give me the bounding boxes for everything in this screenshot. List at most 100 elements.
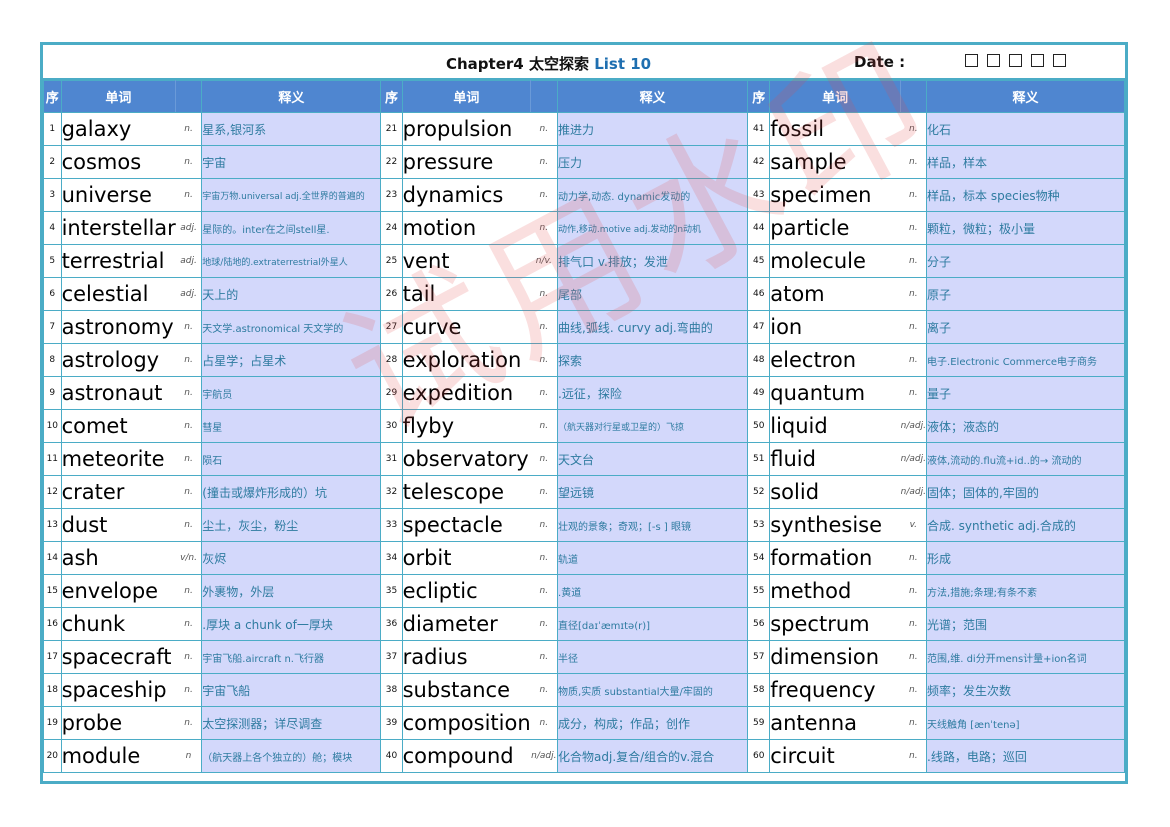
entry-number: 28 xyxy=(380,343,403,377)
entry-meaning: 壮观的景象；奇观；[-s ] 眼镜 xyxy=(557,508,749,542)
entry-part-of-speech: n/v. xyxy=(530,244,559,278)
entry-number: 55 xyxy=(747,574,771,608)
entry-part-of-speech: v/n. xyxy=(175,541,203,575)
entry-word: probe xyxy=(60,706,176,740)
date-checkboxes xyxy=(965,54,1066,67)
entry-meaning: 灰烬 xyxy=(201,541,382,575)
table-row: 13 dust n. 尘土，灰尘，粉尘 33 spectacle n. 壮观的景象；奇观；[-… xyxy=(43,508,1125,542)
entry-part-of-speech: n. xyxy=(175,607,203,641)
entry-word: dust xyxy=(60,508,176,542)
entry-meaning: 量子 xyxy=(926,376,1125,410)
entry-number: 57 xyxy=(747,640,771,674)
table-row: 17 spacecraft n. 宇宙飞船.aircraft n.飞行器 37 radiu… xyxy=(43,640,1125,674)
entry-meaning: 压力 xyxy=(557,145,749,179)
entry-word: substance xyxy=(401,673,531,707)
entry-part-of-speech: n/adj. xyxy=(900,409,928,443)
entry-part-of-speech: n. xyxy=(530,673,559,707)
entry-part-of-speech: n. xyxy=(900,706,928,740)
entry-word: galaxy xyxy=(60,112,176,146)
entry-number: 15 xyxy=(43,574,62,608)
entry-number: 33 xyxy=(380,508,403,542)
entry-part-of-speech: n. xyxy=(530,640,559,674)
entry-meaning: 分子 xyxy=(926,244,1125,278)
entry-number: 14 xyxy=(43,541,62,575)
date-checkbox[interactable] xyxy=(987,54,1000,67)
entry-part-of-speech: n. xyxy=(530,541,559,575)
date-checkbox[interactable] xyxy=(1053,54,1066,67)
entry-meaning: 天文学.astronomical 天文学的 xyxy=(201,310,382,344)
table-row: 3 universe n. 宇宙万物.universal adj.全世界的普遍的 23 d… xyxy=(43,178,1125,212)
date-checkbox[interactable] xyxy=(1009,54,1022,67)
entry-meaning: 宇航员 xyxy=(201,376,382,410)
entry-word: astrology xyxy=(60,343,176,377)
entry-word: spaceship xyxy=(60,673,176,707)
entry-meaning: 占星学；占星术 xyxy=(201,343,382,377)
entry-part-of-speech: n. xyxy=(900,145,928,179)
entry-word: atom xyxy=(769,277,901,311)
entry-word: ash xyxy=(60,541,176,575)
header-pos xyxy=(900,80,928,113)
entry-part-of-speech: n/adj. xyxy=(900,442,928,476)
entry-meaning: 样品，标本 species物种 xyxy=(926,178,1125,212)
entry-number: 43 xyxy=(747,178,771,212)
chapter-title: Chapter4 太空探索 xyxy=(446,55,589,73)
entry-word: astronomy xyxy=(60,310,176,344)
entry-word: curve xyxy=(401,310,531,344)
entry-part-of-speech: n. xyxy=(900,178,928,212)
entry-part-of-speech: n. xyxy=(530,178,559,212)
entry-word: quantum xyxy=(769,376,901,410)
entry-word: celestial xyxy=(60,277,176,311)
entry-word: chunk xyxy=(60,607,176,641)
entry-part-of-speech: n. xyxy=(175,475,203,509)
entry-number: 38 xyxy=(380,673,403,707)
entry-part-of-speech: n. xyxy=(175,376,203,410)
entry-word: specimen xyxy=(769,178,901,212)
entry-meaning: 地球/陆地的.extraterrestrial外星人 xyxy=(201,244,382,278)
entry-word: antenna xyxy=(769,706,901,740)
entry-meaning: 星系,银河系 xyxy=(201,112,382,146)
entry-number: 40 xyxy=(380,739,403,773)
entry-meaning: （航天器对行星或卫星的）飞掠 xyxy=(557,409,749,443)
entry-word: dimension xyxy=(769,640,901,674)
entry-meaning: 原子 xyxy=(926,277,1125,311)
entry-number: 30 xyxy=(380,409,403,443)
entry-meaning: 固体；固体的,牢固的 xyxy=(926,475,1125,509)
entry-word: diameter xyxy=(401,607,531,641)
entry-number: 47 xyxy=(747,310,771,344)
entry-word: circuit xyxy=(769,739,901,773)
header-pos xyxy=(175,80,203,113)
table-row: 4 interstellar adj. 星际的。inter在之间stell星. 24 mo… xyxy=(43,211,1125,245)
entry-part-of-speech: n/adj. xyxy=(530,739,559,773)
entry-part-of-speech: adj. xyxy=(175,277,203,311)
date-checkbox[interactable] xyxy=(1031,54,1044,67)
table-row: 5 terrestrial adj. 地球/陆地的.extraterrestrial外… xyxy=(43,244,1125,278)
entry-meaning: 频率；发生次数 xyxy=(926,673,1125,707)
entry-meaning: 宇宙万物.universal adj.全世界的普遍的 xyxy=(201,178,382,212)
entry-part-of-speech: n. xyxy=(530,508,559,542)
entry-word: meteorite xyxy=(60,442,176,476)
entry-part-of-speech: n. xyxy=(900,277,928,311)
entry-word: observatory xyxy=(401,442,531,476)
entry-part-of-speech: n. xyxy=(530,409,559,443)
entry-number: 23 xyxy=(380,178,403,212)
entry-part-of-speech: n. xyxy=(530,607,559,641)
entry-part-of-speech: n. xyxy=(900,739,928,773)
entry-number: 13 xyxy=(43,508,62,542)
entry-number: 20 xyxy=(43,739,62,773)
entry-part-of-speech: n. xyxy=(175,112,203,146)
entry-part-of-speech: n. xyxy=(900,541,928,575)
entry-part-of-speech: n. xyxy=(175,145,203,179)
entry-part-of-speech: n. xyxy=(530,112,559,146)
entry-word: solid xyxy=(769,475,901,509)
entry-number: 24 xyxy=(380,211,403,245)
date-checkbox[interactable] xyxy=(965,54,978,67)
entry-part-of-speech: n. xyxy=(175,310,203,344)
entry-word: composition xyxy=(401,706,531,740)
entry-meaning: 尾部 xyxy=(557,277,749,311)
entry-word: orbit xyxy=(401,541,531,575)
entry-part-of-speech: n. xyxy=(900,343,928,377)
entry-number: 45 xyxy=(747,244,771,278)
entry-number: 17 xyxy=(43,640,62,674)
entry-part-of-speech: n. xyxy=(175,409,203,443)
entry-word: interstellar xyxy=(60,211,176,245)
